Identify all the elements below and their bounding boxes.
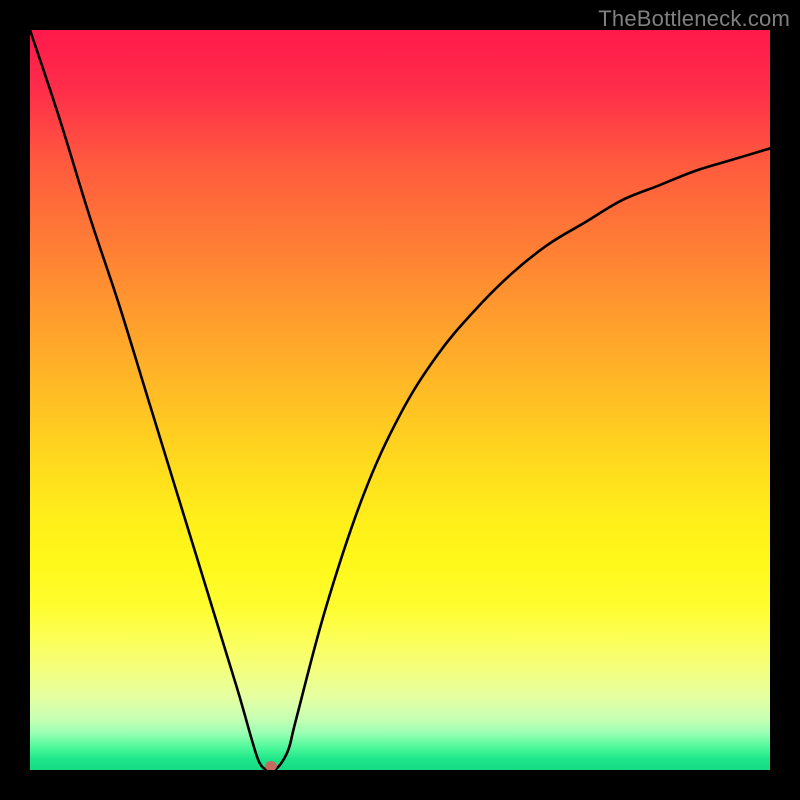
chart-frame: TheBottleneck.com: [0, 0, 800, 800]
bottleneck-curve: [30, 30, 770, 770]
plot-area: [30, 30, 770, 770]
watermark-text: TheBottleneck.com: [598, 6, 790, 32]
optimal-point-marker: [265, 761, 277, 770]
